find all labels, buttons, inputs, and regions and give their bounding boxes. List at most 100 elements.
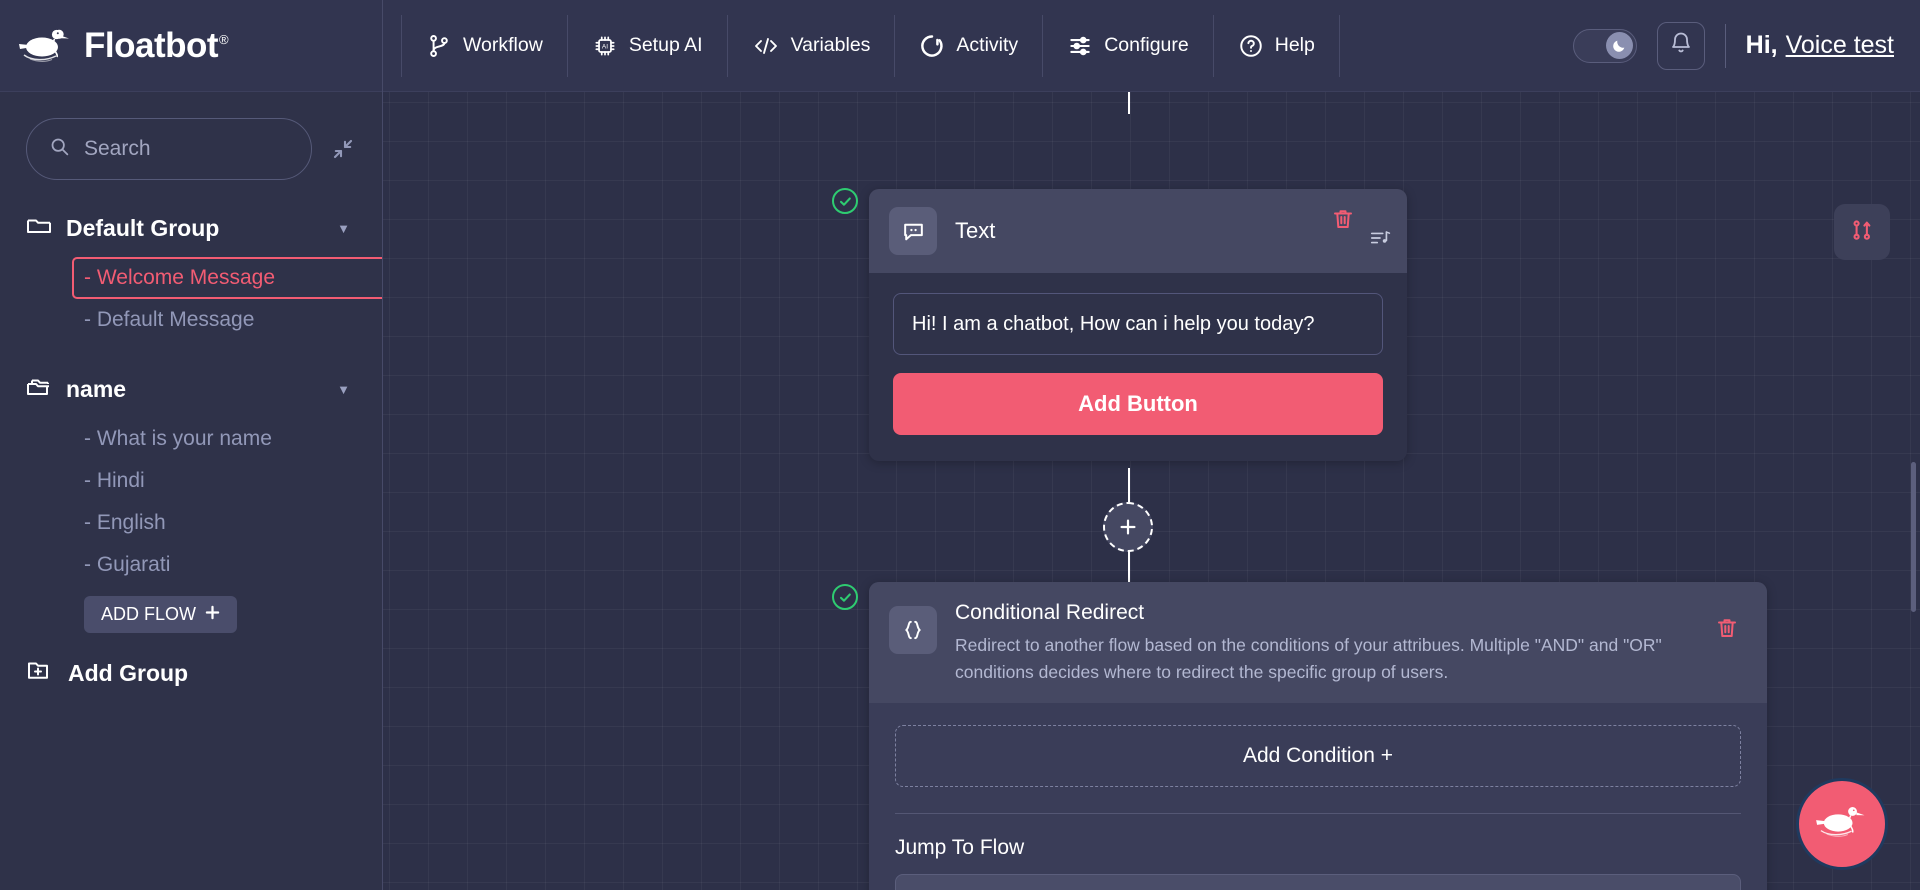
sidebar-flow-welcome-message[interactable]: - Welcome Message xyxy=(72,257,382,299)
sidebar-flow-default-message[interactable]: - Default Message xyxy=(72,299,360,341)
message-text-input[interactable] xyxy=(893,293,1383,355)
node-actions xyxy=(1715,616,1739,640)
add-flow-button[interactable]: ADD FLOW xyxy=(84,596,238,633)
top-right-controls: Hi, Voice test xyxy=(1572,21,1920,70)
nav-item-activity[interactable]: Activity xyxy=(895,14,1044,77)
node-card-conditional-redirect[interactable]: Conditional Redirect Redirect to another… xyxy=(869,582,1767,890)
audio-settings-icon[interactable] xyxy=(1369,227,1391,249)
folder-icon xyxy=(26,214,52,243)
connector-line-top xyxy=(1128,92,1130,114)
canvas-scrollbar-thumb[interactable] xyxy=(1911,462,1916,612)
add-group-button[interactable]: Add Group xyxy=(26,659,360,688)
main-nav: Workflow AI Setup AI Variables Activity … xyxy=(401,14,1340,77)
sliders-icon xyxy=(1067,33,1093,59)
nav-item-workflow[interactable]: Workflow xyxy=(401,14,568,77)
node-card-text[interactable]: Text Hi! I am a chatbot, How can i help … xyxy=(869,189,1407,461)
nav-label: Variables xyxy=(790,34,871,56)
jump-to-flow-select[interactable]: What is your name xyxy=(895,873,1741,890)
folders-icon xyxy=(26,375,52,404)
question-circle-icon xyxy=(1238,33,1264,59)
collapse-sidebar-icon[interactable] xyxy=(326,132,360,166)
nav-label: Configure xyxy=(1104,34,1189,56)
search-icon xyxy=(49,136,70,162)
chat-preview-button[interactable] xyxy=(1796,778,1888,870)
app-root: Floatbot® Workflow AI Setup AI Variables… xyxy=(0,0,1920,890)
add-group-label: Add Group xyxy=(68,660,189,686)
sidebar-group-default-group: Default Group ▼ - Welcome Message - Defa… xyxy=(26,208,382,341)
brand-trademark: ® xyxy=(219,31,229,47)
node-header: Text xyxy=(869,189,1407,273)
chevron-down-icon[interactable]: ▼ xyxy=(337,382,350,397)
search-box[interactable] xyxy=(26,118,312,180)
sidebar-flow-what-is-your-name[interactable]: - What is your name xyxy=(72,418,360,460)
moon-icon xyxy=(1605,32,1633,59)
chip-ai-icon: AI xyxy=(592,33,618,59)
floatbot-bird-logo-icon xyxy=(16,22,80,70)
node-title: Conditional Redirect xyxy=(955,601,1145,624)
app-body: Default Group ▼ - Welcome Message - Defa… xyxy=(0,92,1920,890)
chevron-down-icon[interactable]: ▼ xyxy=(337,221,350,236)
add-button-button[interactable]: Add Button xyxy=(893,373,1383,435)
node-title: Text xyxy=(955,218,996,243)
node-body: Add Condition + Jump To Flow What is you… xyxy=(869,703,1767,890)
canvas-scrollbar-track[interactable] xyxy=(1911,92,1918,890)
sidebar-search-row xyxy=(26,118,360,180)
workflow-canvas[interactable]: Text Hi! I am a chatbot, How can i help … xyxy=(383,92,1920,890)
user-greeting: Hi, Voice test xyxy=(1746,31,1894,60)
add-folder-icon xyxy=(26,659,52,688)
bell-icon xyxy=(1669,31,1693,60)
node-status-valid-text xyxy=(832,188,858,214)
node-header: Conditional Redirect Redirect to another… xyxy=(869,582,1767,703)
group-name: name xyxy=(66,376,127,402)
nav-label: Setup AI xyxy=(628,34,703,56)
jump-to-flow-label: Jump To Flow xyxy=(895,835,1025,859)
delete-node-icon[interactable] xyxy=(1331,207,1355,231)
node-title-block: Conditional Redirect Redirect to another… xyxy=(955,600,1747,685)
nav-item-setup-ai[interactable]: AI Setup AI xyxy=(568,14,728,77)
node-description: Redirect to another flow based on the co… xyxy=(955,635,1662,682)
add-node-button[interactable] xyxy=(1103,502,1153,552)
delete-node-icon[interactable] xyxy=(1715,616,1739,640)
brand-logo-area[interactable]: Floatbot® xyxy=(0,0,383,92)
group-name: Default Group xyxy=(66,215,220,241)
nav-item-help[interactable]: Help xyxy=(1214,14,1340,77)
curly-braces-icon xyxy=(889,606,937,654)
floatbot-bird-icon xyxy=(1811,799,1873,850)
node-body: Add Button xyxy=(869,273,1407,461)
git-branch-icon xyxy=(1849,217,1875,248)
code-brackets-icon xyxy=(752,33,780,59)
add-flow-label: ADD FLOW xyxy=(101,604,197,624)
nav-item-configure[interactable]: Configure xyxy=(1043,14,1214,77)
node-status-valid-conditional xyxy=(832,584,858,610)
sidebar-flow-hindi[interactable]: - Hindi xyxy=(72,460,360,502)
search-input[interactable] xyxy=(84,137,289,161)
user-name-link[interactable]: Voice test xyxy=(1786,31,1894,60)
sidebar-flow-gujarati[interactable]: - Gujarati xyxy=(72,544,360,586)
top-divider xyxy=(1724,23,1726,68)
plus-icon xyxy=(205,604,220,625)
group-header[interactable]: name ▼ xyxy=(26,369,360,410)
notifications-button[interactable] xyxy=(1656,21,1705,70)
sidebar-flow-english[interactable]: - English xyxy=(72,502,360,544)
brand-name: Floatbot® xyxy=(84,25,229,66)
sidebar-group-name: name ▼ - What is your name - Hindi - Eng… xyxy=(26,369,360,633)
brand-name-text: Floatbot xyxy=(84,25,219,65)
dark-mode-toggle[interactable] xyxy=(1572,28,1637,63)
node-actions xyxy=(1331,205,1391,249)
nav-label: Help xyxy=(1274,34,1315,56)
activity-circle-icon xyxy=(919,33,945,59)
group-header[interactable]: Default Group ▼ xyxy=(26,208,360,249)
nav-label: Activity xyxy=(956,34,1019,56)
branch-view-button[interactable] xyxy=(1834,204,1890,260)
greeting-prefix: Hi, xyxy=(1745,31,1778,59)
group-flow-list: - Welcome Message - Default Message xyxy=(26,257,382,341)
group-flow-list: - What is your name - Hindi - English - … xyxy=(26,418,360,633)
workflow-icon xyxy=(426,33,452,59)
nav-item-variables[interactable]: Variables xyxy=(728,14,896,77)
svg-text:AI: AI xyxy=(602,43,608,50)
chat-bubble-icon xyxy=(889,207,937,255)
connector-line-mid-lower xyxy=(1128,550,1130,582)
section-divider xyxy=(895,812,1741,814)
top-navigation-bar: Floatbot® Workflow AI Setup AI Variables… xyxy=(0,0,1920,92)
add-condition-button[interactable]: Add Condition + xyxy=(895,724,1741,787)
